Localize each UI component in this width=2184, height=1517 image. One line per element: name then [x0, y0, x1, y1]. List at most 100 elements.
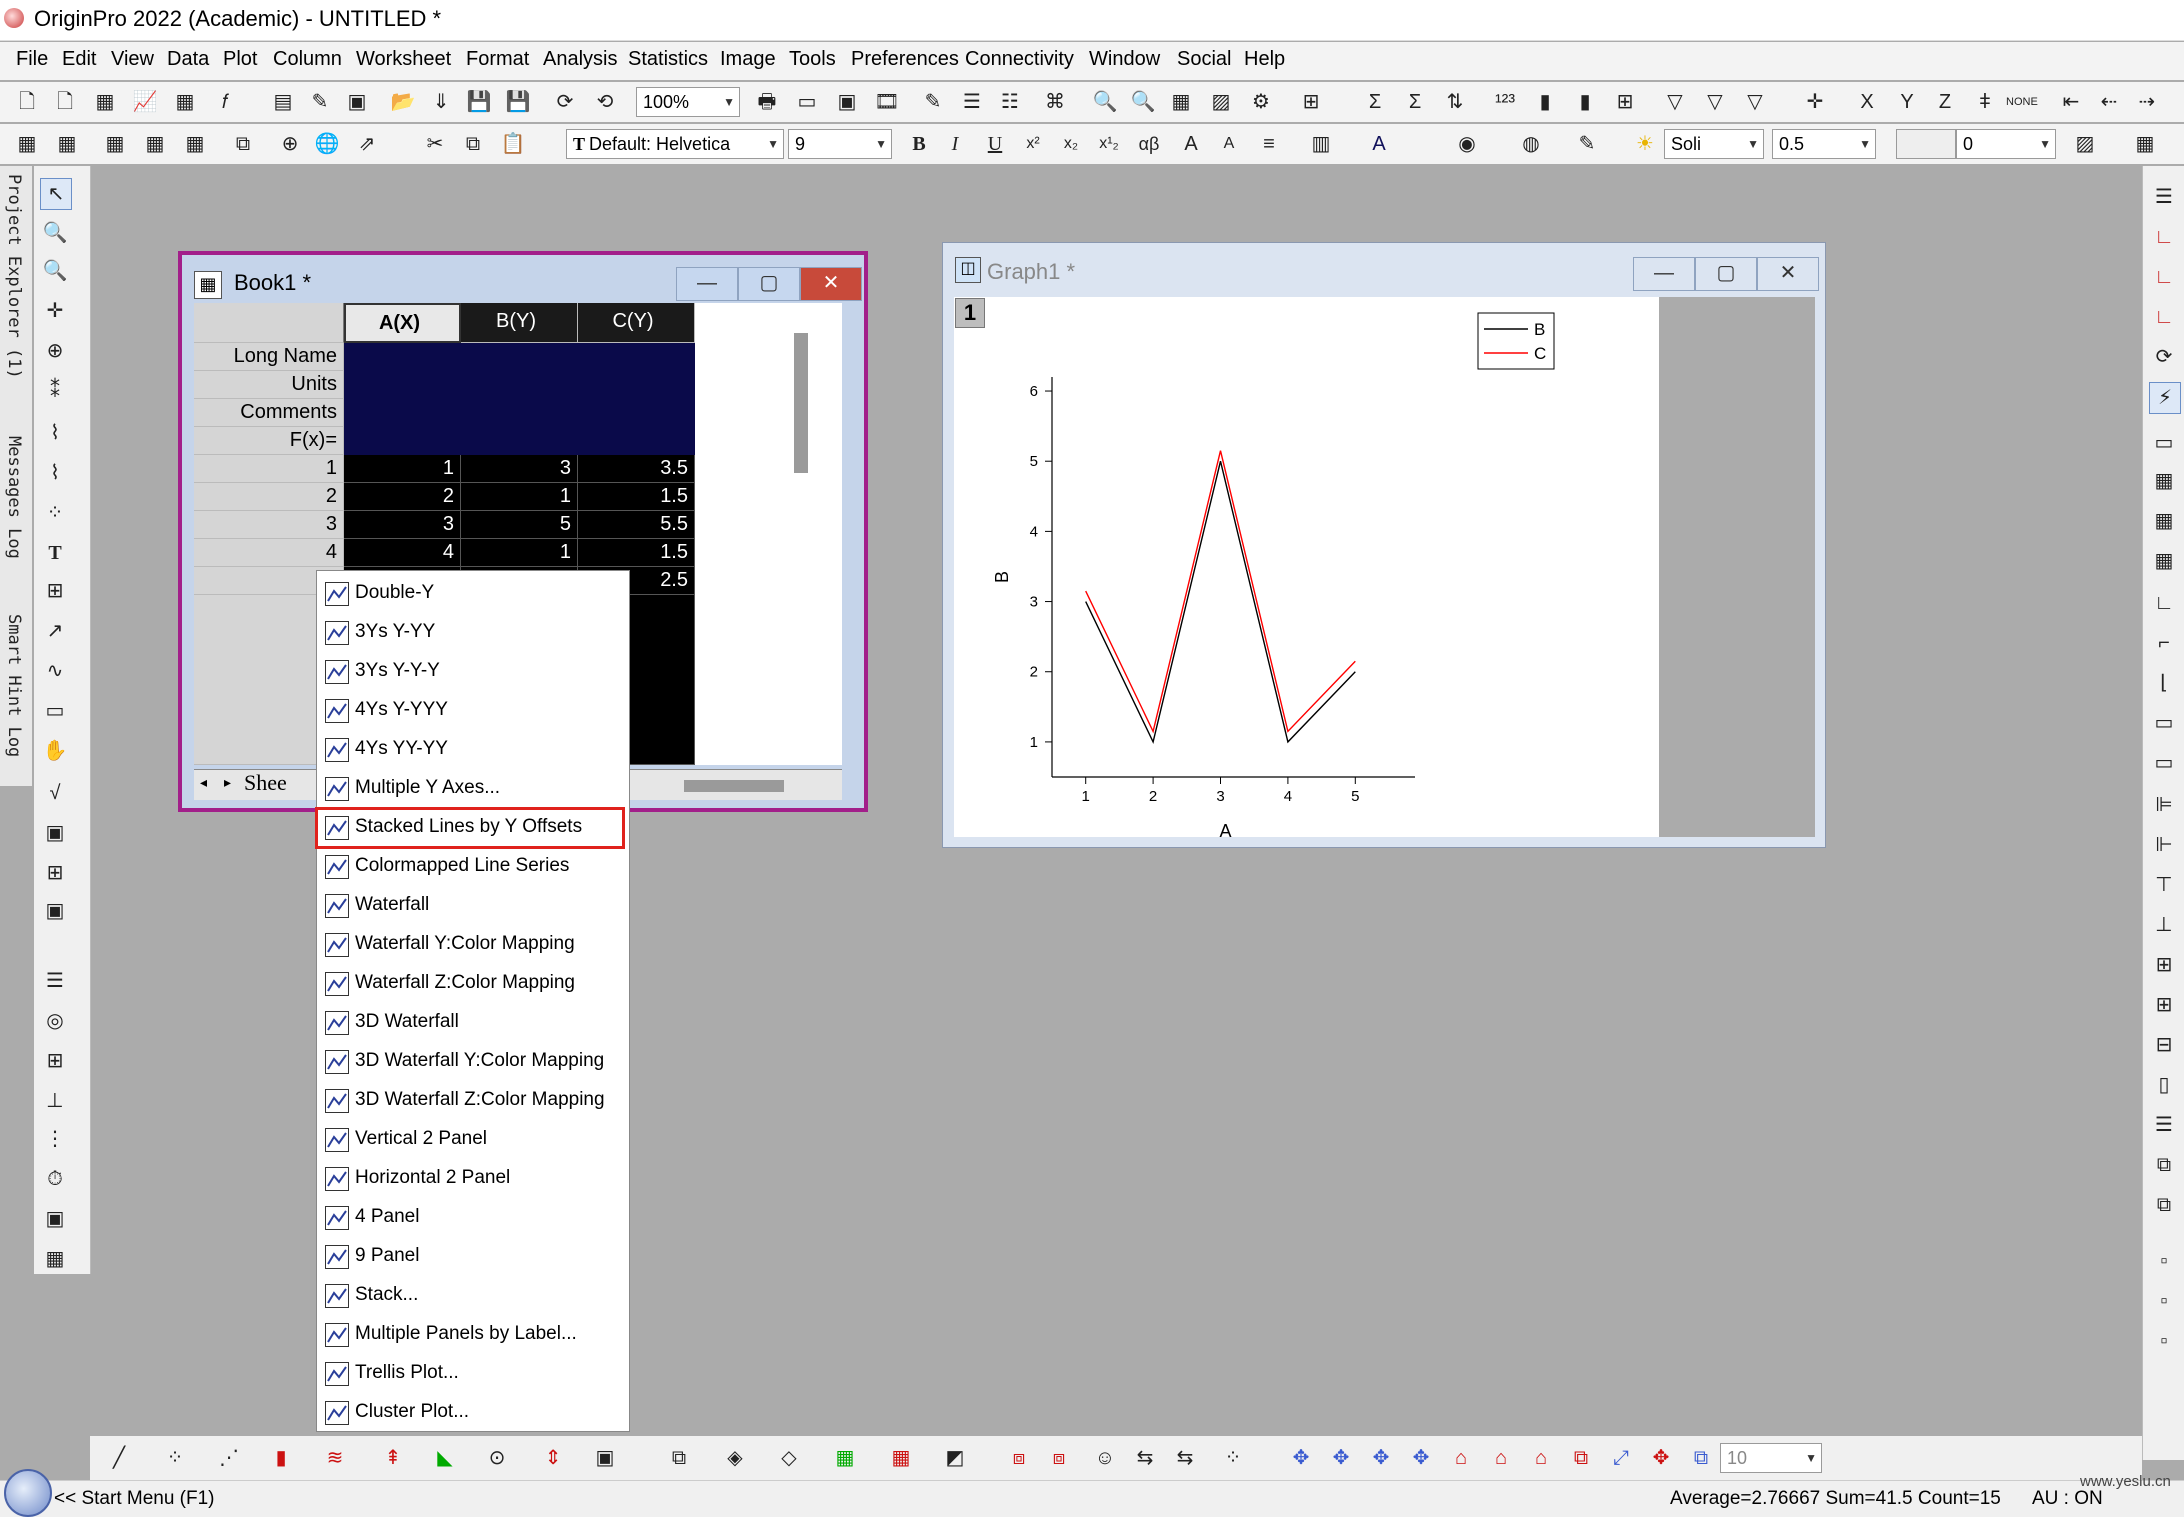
set-none-icon[interactable]: NONE [2006, 87, 2038, 117]
menu-analysis[interactable]: Analysis [543, 48, 617, 71]
add-layer-top-icon[interactable]: ▭ [2149, 428, 2179, 458]
next-column-icon[interactable]: ⇢ [2132, 87, 2162, 117]
front-icon[interactable]: ⧉ [2149, 1150, 2179, 1180]
row-label-long-name[interactable]: Long Name [194, 343, 344, 371]
new-project-icon[interactable]: 🗋 [12, 87, 42, 117]
ruler-icon[interactable]: ⋮ [40, 1124, 70, 1154]
tab-prev-icon[interactable]: ◂ [200, 774, 207, 791]
rescale-icon[interactable]: ⟳ [2149, 342, 2179, 372]
row-number[interactable]: 4 [194, 539, 344, 567]
menu-preferences[interactable]: Preferences [851, 48, 959, 71]
greek-icon[interactable]: αβ [1134, 129, 1164, 159]
patterns-icon[interactable]: ▥ [1306, 129, 1336, 159]
refresh-icon[interactable]: 🔍 [1090, 87, 1120, 117]
prev-column-icon[interactable]: ⇠ [2094, 87, 2124, 117]
line-chart[interactable]: 1 2 3 4 5123456ABBC [954, 297, 1659, 837]
menu-help[interactable]: Help [1244, 48, 1285, 71]
scatter-plot-icon[interactable]: ⁘ [160, 1443, 190, 1473]
pointer-icon[interactable]: ↖ [40, 178, 72, 210]
context-menu-item[interactable]: Colormapped Line Series [317, 848, 629, 887]
area-plot-icon[interactable]: ◣ [430, 1443, 460, 1473]
line-plot-icon[interactable]: ╱ [104, 1443, 134, 1473]
color-scale-icon[interactable]: ▣ [40, 896, 70, 926]
row-number[interactable]: 3 [194, 511, 344, 539]
table-cell[interactable]: 3 [461, 455, 578, 483]
annotation-icon[interactable]: ⊞ [40, 576, 70, 606]
gadget-2-icon[interactable]: ⧈ [1044, 1443, 1074, 1473]
group-icon[interactable]: ▫ [2149, 1246, 2179, 1276]
back-icon[interactable]: ⧉ [2149, 1190, 2179, 1220]
recalculate-icon[interactable]: ⟳ [550, 87, 580, 117]
context-menu-item[interactable]: Double-Y [317, 575, 629, 614]
context-menu-item[interactable]: Waterfall [317, 887, 629, 926]
context-menu-item[interactable]: Vertical 2 Panel [317, 1121, 629, 1160]
right-y-icon[interactable]: ▭ [2149, 708, 2179, 738]
video-icon[interactable]: 🎞 [872, 87, 902, 117]
context-menu-item[interactable]: 4Ys YY-YY [317, 731, 629, 770]
row-label-comments[interactable]: Comments [194, 399, 344, 427]
italic-icon[interactable]: I [940, 129, 970, 159]
start-menu-icon[interactable] [4, 1469, 52, 1517]
table-cell[interactable]: 1 [461, 483, 578, 511]
table-cell[interactable]: 5.5 [578, 511, 695, 539]
context-menu-item[interactable]: 3Ys Y-YY [317, 614, 629, 653]
code-builder-icon[interactable]: ☷ [995, 87, 1025, 117]
save-icon[interactable]: 💾 [464, 87, 494, 117]
sort-icon[interactable]: ⇅ [1440, 87, 1470, 117]
row-number[interactable]: 2 [194, 483, 344, 511]
set-values-icon[interactable]: ¹²³ [1490, 87, 1520, 117]
column-header-b[interactable]: B(Y) [461, 303, 578, 343]
align-icon[interactable]: ≡ [1254, 129, 1284, 159]
import-excel-icon[interactable]: ▦ [140, 129, 170, 159]
arrange-6-icon[interactable]: ⌂ [1486, 1443, 1516, 1473]
speed-mode-icon[interactable]: ⚡ [2149, 382, 2181, 414]
statistics-plot-icon[interactable]: ⇞ [378, 1443, 408, 1473]
menu-view[interactable]: View [111, 48, 154, 71]
menu-social[interactable]: Social [1177, 48, 1231, 71]
same-height-icon[interactable]: ▯ [2149, 1070, 2179, 1100]
ungroup-icon[interactable]: ▫ [2149, 1286, 2179, 1316]
minimize-button[interactable]: — [676, 267, 738, 301]
scale-bar-icon[interactable]: ⊥ [40, 1086, 70, 1116]
hand-tool-icon[interactable]: ✋ [40, 736, 70, 766]
tab-next-icon[interactable]: ▸ [224, 774, 231, 791]
center-v-icon[interactable]: ⊞ [2149, 990, 2179, 1020]
distribute-icon[interactable]: ☰ [2149, 1110, 2179, 1140]
duplicate-icon[interactable]: ⧉ [228, 129, 258, 159]
data-selector-icon[interactable]: ⌇ [40, 418, 70, 448]
extract-layer-icon[interactable]: ▦ [2149, 506, 2179, 536]
bottom-value-select[interactable]: 10 ▼ [1720, 1443, 1822, 1473]
multi-curve-icon[interactable]: ≋ [320, 1443, 350, 1473]
add-column-icon[interactable]: ⊞ [1296, 87, 1326, 117]
crosshair-icon[interactable]: ✛ [40, 296, 70, 326]
table-cell[interactable]: 2 [344, 483, 461, 511]
context-menu-item[interactable]: Cluster Plot... [317, 1394, 629, 1433]
arrange-9-icon[interactable]: ⤢ [1606, 1443, 1636, 1473]
context-menu-item[interactable]: Trellis Plot... [317, 1355, 629, 1394]
export-icon[interactable]: ⇗ [352, 129, 382, 159]
graph-window[interactable]: ◫ Graph1 * — ▢ ✕ 1 12345123456ABBC [942, 242, 1826, 848]
timer-icon[interactable]: ⏱ [40, 1164, 70, 1194]
new-folder-icon[interactable]: 🗋 [50, 87, 80, 117]
context-menu-item[interactable]: Horizontal 2 Panel [317, 1160, 629, 1199]
line-color-icon[interactable]: ✎ [1572, 129, 1602, 159]
new-function-icon[interactable]: 𝑓 [210, 87, 240, 117]
arrange-3-icon[interactable]: ✥ [1366, 1443, 1396, 1473]
stock-plot-icon[interactable]: ⇕ [538, 1443, 568, 1473]
open-icon[interactable]: 📂 [388, 87, 418, 117]
arrange-2-icon[interactable]: ✥ [1326, 1443, 1356, 1473]
menu-file[interactable]: File [16, 48, 48, 71]
superscript-icon[interactable]: x² [1018, 129, 1048, 159]
top-x-icon[interactable]: ⌐ [2149, 628, 2179, 658]
table-cell[interactable]: 1 [344, 455, 461, 483]
inset-icon[interactable]: ▭ [2149, 748, 2179, 778]
data-points-icon[interactable]: ⁘ [1218, 1443, 1248, 1473]
set-error-icon[interactable]: ǂ [1970, 87, 2000, 117]
new-workbook-icon[interactable]: ▦ [90, 87, 120, 117]
align-right-icon[interactable]: ⊩ [2149, 830, 2179, 860]
results-log-icon[interactable]: ✎ [918, 87, 948, 117]
sum-icon[interactable]: Σ [1360, 87, 1390, 117]
font-size-select[interactable]: 9 ▼ [788, 129, 892, 159]
line-width-select[interactable]: 0.5 ▼ [1772, 129, 1876, 159]
context-menu-item[interactable]: 3Ys Y-Y-Y [317, 653, 629, 692]
